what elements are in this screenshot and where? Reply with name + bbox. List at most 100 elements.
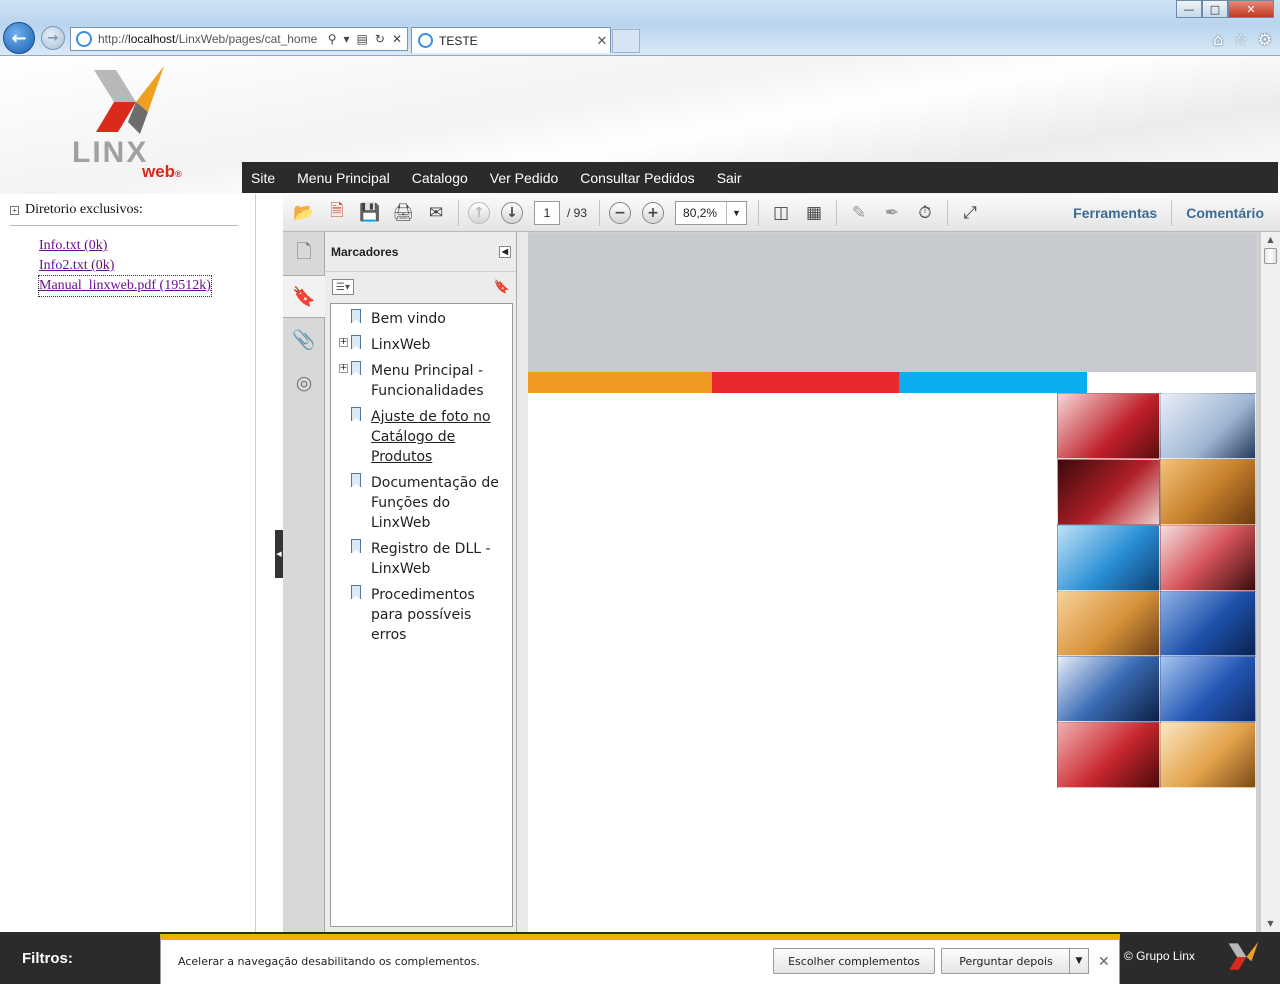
- bookmark-ajuste-foto[interactable]: Ajuste de foto no Catálogo de Produtos: [331, 407, 512, 467]
- chevron-down-icon[interactable]: ▼: [1069, 948, 1089, 974]
- page-thumbnails-icon[interactable]: 🗋: [283, 232, 325, 275]
- ask-later-button[interactable]: Perguntar depois: [941, 948, 1071, 974]
- attachments-icon[interactable]: 📎: [283, 318, 325, 361]
- expand-bookmark-icon[interactable]: 🔖: [494, 280, 510, 295]
- collapse-panel-icon[interactable]: ◀: [499, 245, 511, 258]
- favorites-star-icon[interactable]: ☆: [1233, 30, 1247, 49]
- expand-icon[interactable]: +: [339, 364, 348, 373]
- expand-icon[interactable]: +: [339, 338, 348, 347]
- open-file-icon[interactable]: 📂: [291, 200, 317, 226]
- forward-button[interactable]: →: [41, 26, 65, 50]
- search-binoculars-icon[interactable]: ◎: [283, 361, 325, 404]
- menu-ver-pedido[interactable]: Ver Pedido: [490, 170, 559, 186]
- print-icon[interactable]: 🖨: [390, 200, 416, 226]
- bookmark-linxweb[interactable]: + LinxWeb: [331, 335, 512, 355]
- bookmark-icon: [351, 361, 361, 375]
- file-link-info2[interactable]: Info2.txt (0k): [39, 256, 211, 276]
- home-icon[interactable]: ⌂: [1213, 30, 1223, 49]
- pdf-toolbar: 📂 🗎 💾 🖨 ✉ ↑ ↓ 1 / 93 − + 80,2% ▼ ◫ ▦ ✎ ✒…: [283, 194, 1280, 232]
- pdf-viewer: 📂 🗎 💾 🖨 ✉ ↑ ↓ 1 / 93 − + 80,2% ▼ ◫ ▦ ✎ ✒…: [283, 194, 1280, 932]
- minimize-button[interactable]: —: [1176, 0, 1202, 18]
- address-url[interactable]: http://localhost/LinxWeb/pages/cat_home: [98, 32, 328, 46]
- forward-arrow-icon: →: [47, 30, 59, 46]
- close-window-button[interactable]: ✕: [1228, 0, 1274, 18]
- linx-logo[interactable]: LINX web®: [70, 66, 200, 181]
- file-link-info[interactable]: Info.txt (0k): [39, 236, 211, 256]
- sign-icon[interactable]: ✎: [846, 200, 872, 226]
- bookmark-bem-vindo[interactable]: Bem vindo: [331, 309, 512, 329]
- zoom-in-icon[interactable]: +: [642, 201, 665, 224]
- bookmark-icon: [351, 407, 361, 421]
- bookmark-registro-dll[interactable]: Registro de DLL - LinxWeb: [331, 539, 512, 579]
- expand-icon[interactable]: +: [10, 205, 19, 215]
- bookmarks-title: Marcadores: [331, 244, 399, 259]
- filters-label[interactable]: Filtros:: [22, 950, 73, 967]
- menu-catalogo[interactable]: Catalogo: [412, 170, 468, 186]
- collapse-panel-handle[interactable]: ◀: [275, 530, 283, 578]
- zoom-out-icon[interactable]: −: [609, 201, 632, 224]
- close-icon[interactable]: ✕: [1098, 954, 1110, 970]
- bookmark-documentacao[interactable]: Documentação de Funções do LinxWeb: [331, 473, 512, 533]
- linx-small-logo-icon: [1228, 941, 1259, 970]
- refresh-icon[interactable]: ↻: [375, 32, 385, 46]
- comment-button[interactable]: Comentário: [1186, 205, 1264, 221]
- menu-site[interactable]: Site: [251, 170, 275, 186]
- directory-panel: + Diretorio exclusivos: Info.txt (0k) In…: [0, 194, 256, 932]
- email-icon[interactable]: ✉: [423, 200, 449, 226]
- tab-teste[interactable]: TESTE ✕: [411, 27, 611, 53]
- bookmark-menu-principal[interactable]: + Menu Principal - Funcionalidades: [331, 361, 512, 401]
- pdf-page: [528, 234, 1256, 932]
- bookmark-icon: [351, 473, 361, 487]
- tools-button[interactable]: Ferramentas: [1073, 205, 1157, 221]
- create-pdf-icon[interactable]: 🗎: [324, 200, 350, 226]
- timestamp-icon[interactable]: ⏱: [912, 200, 938, 226]
- page-number-input[interactable]: 1: [534, 200, 560, 225]
- file-list: Info.txt (0k) Info2.txt (0k) Manual_linx…: [38, 236, 212, 297]
- fit-page-icon[interactable]: ◫: [768, 200, 794, 226]
- gear-icon[interactable]: ⚙: [1258, 30, 1272, 49]
- bookmark-procedimentos[interactable]: Procedimentos para possíveis erros: [331, 585, 512, 645]
- notification-bar: Acelerar a navegação desabilitando os co…: [160, 934, 1120, 984]
- search-icon[interactable]: ⚲: [328, 32, 337, 46]
- bookmarks-icon[interactable]: 🔖: [283, 275, 325, 318]
- site-header: LINX web® Site Menu Principal Catalogo V…: [0, 56, 1280, 194]
- tab-close-icon[interactable]: ✕: [594, 33, 610, 49]
- markup-icon[interactable]: ✒: [879, 200, 905, 226]
- cover-stripe-orange: [528, 372, 712, 393]
- cover-banner: [528, 234, 1256, 372]
- bookmarks-panel: Marcadores ◀ ☰▾ 🔖 Bem vindo + LinxWeb + …: [326, 232, 517, 932]
- dropdown-icon[interactable]: ▾: [344, 32, 350, 46]
- choose-addons-button[interactable]: Escolher complementos: [773, 948, 935, 974]
- page-icon: [76, 31, 92, 47]
- bookmark-list: Bem vindo + LinxWeb + Menu Principal - F…: [330, 303, 513, 927]
- scroll-down-icon[interactable]: ▼: [1261, 916, 1280, 932]
- scroll-up-icon[interactable]: ▲: [1261, 232, 1280, 248]
- copyright-text: © Grupo Linx: [1124, 949, 1195, 963]
- back-button[interactable]: ←: [3, 22, 35, 54]
- stop-icon[interactable]: ✕: [392, 32, 402, 46]
- menu-principal[interactable]: Menu Principal: [297, 170, 390, 186]
- fit-width-icon[interactable]: ▦: [801, 200, 827, 226]
- fullscreen-icon[interactable]: ⤢: [957, 200, 983, 226]
- vertical-scrollbar[interactable]: ▲ ▼: [1260, 232, 1280, 932]
- zoom-select[interactable]: 80,2% ▼: [675, 200, 748, 225]
- menu-consultar-pedidos[interactable]: Consultar Pedidos: [580, 170, 694, 186]
- bookmark-options-icon[interactable]: ☰▾: [332, 279, 354, 295]
- previous-page-icon[interactable]: ↑: [468, 201, 490, 224]
- directory-title[interactable]: + Diretorio exclusivos:: [10, 202, 143, 218]
- pdf-document-view[interactable]: ▲ ▼: [528, 232, 1280, 932]
- divider: [10, 225, 238, 226]
- menu-sair[interactable]: Sair: [717, 170, 742, 186]
- next-page-icon[interactable]: ↓: [501, 201, 523, 224]
- main-menu: Site Menu Principal Catalogo Ver Pedido …: [242, 162, 1278, 193]
- chevron-down-icon[interactable]: ▼: [726, 201, 746, 224]
- bookmark-icon: [351, 585, 361, 599]
- save-icon[interactable]: 💾: [357, 200, 383, 226]
- compat-view-icon[interactable]: ▤: [357, 32, 368, 46]
- file-link-manual[interactable]: Manual_linxweb.pdf (19512k): [38, 275, 212, 297]
- bookmark-icon: [351, 539, 361, 553]
- scroll-thumb[interactable]: [1264, 248, 1277, 264]
- address-bar[interactable]: http://localhost/LinxWeb/pages/cat_home …: [70, 27, 408, 51]
- new-tab-button[interactable]: [612, 29, 640, 53]
- maximize-button[interactable]: □: [1202, 0, 1228, 18]
